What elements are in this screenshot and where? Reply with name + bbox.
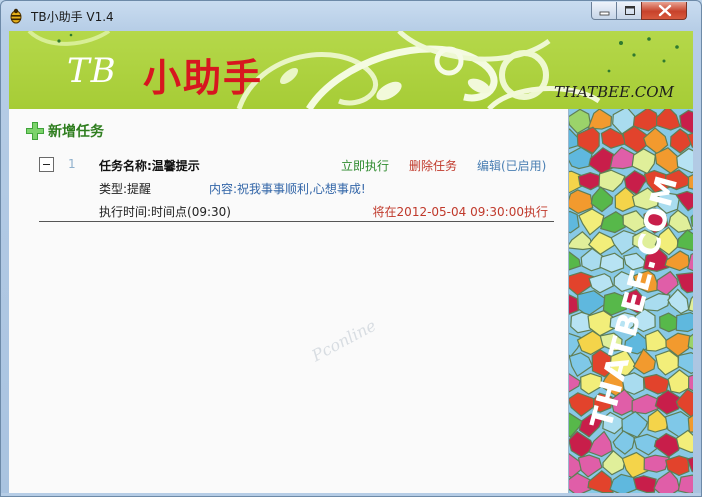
app-window: TB小助手 V1.4 TB 小助手 THATBEE.COM 新增任务 1 任务名…: [0, 0, 702, 497]
edit-task-link[interactable]: 编辑(已启用): [477, 157, 546, 174]
task-type: 类型:提醒: [99, 182, 152, 196]
delete-task-link[interactable]: 删除任务: [409, 157, 457, 174]
close-button[interactable]: [641, 2, 687, 20]
banner: TB 小助手 THATBEE.COM: [9, 31, 693, 109]
task-item: 1 任务名称:温馨提示 立即执行 删除任务 编辑(已启用) 类型:提醒 内容:祝…: [39, 153, 554, 223]
run-now-link[interactable]: 立即执行: [341, 157, 389, 174]
logo-chinese: 小助手: [143, 56, 264, 100]
task-index: 1: [68, 157, 76, 171]
side-decoration-panel: THATBEE.COM: [568, 109, 693, 493]
minimize-button[interactable]: [591, 2, 617, 20]
client-area: TB 小助手 THATBEE.COM 新增任务 1 任务名称:温馨提示 立即执行…: [9, 31, 693, 493]
plus-icon: [26, 122, 44, 140]
task-next-run: 将在2012-05-04 09:30:00执行: [372, 205, 548, 219]
task-content: 内容:祝我事事顺利,心想事成!: [209, 182, 366, 196]
window-bottom-frame: [1, 493, 701, 496]
minimize-icon: [599, 11, 610, 16]
title-bar[interactable]: TB小助手 V1.4: [1, 1, 701, 31]
window-title: TB小助手 V1.4: [31, 10, 114, 24]
add-task-label: 新增任务: [48, 124, 104, 140]
task-name: 任务名称:温馨提示: [99, 159, 200, 173]
task-schedule: 执行时间:时间点(09:30): [99, 205, 231, 219]
task-divider: [39, 221, 554, 222]
maximize-icon: [625, 6, 635, 15]
banner-domain: THATBEE.COM: [554, 83, 674, 101]
collapse-toggle[interactable]: [39, 157, 54, 172]
logo-latin: TB: [67, 51, 117, 91]
maximize-button[interactable]: [616, 2, 642, 20]
bee-app-icon: [9, 8, 23, 24]
pconline-watermark: Pconline: [308, 315, 380, 366]
close-icon: [658, 4, 672, 17]
task-list-panel: 新增任务 1 任务名称:温馨提示 立即执行 删除任务 编辑(已启用) 类型:提醒…: [9, 109, 568, 493]
